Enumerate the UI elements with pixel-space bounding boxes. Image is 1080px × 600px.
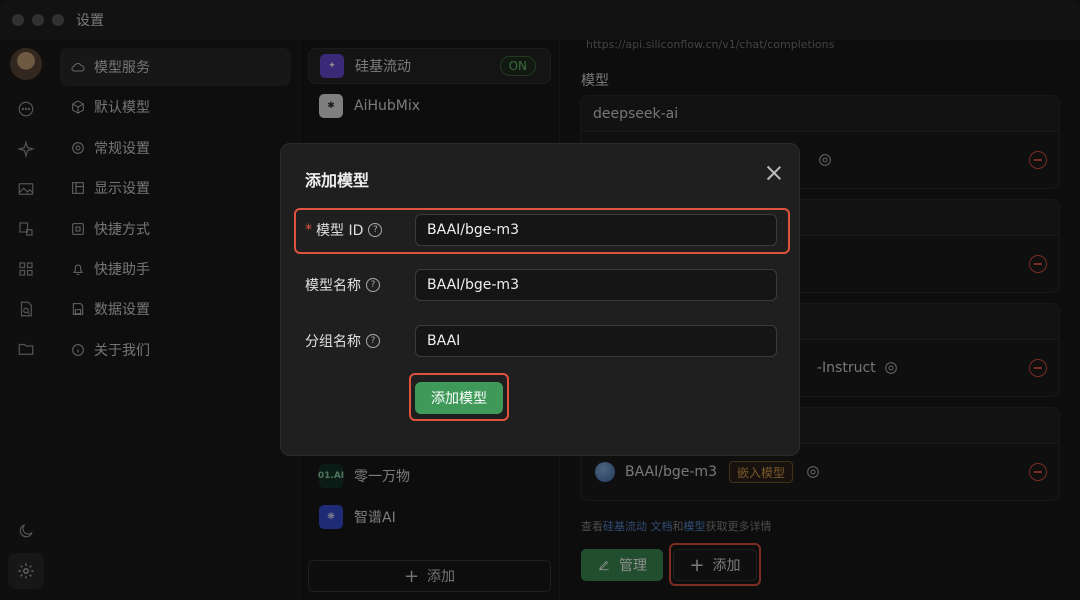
model-name-row: 模型名称 ?: [305, 269, 777, 301]
settings-window: 设置 模型服务 默认模型 常规设置 显示设置 快捷方式 快捷助手 数据设置 关于…: [0, 0, 1080, 600]
dialog-title: 添加模型: [305, 171, 370, 190]
close-icon[interactable]: [765, 164, 783, 182]
help-icon[interactable]: ?: [366, 278, 380, 292]
model-name-label: 模型名称 ?: [305, 275, 415, 295]
group-name-row: 分组名称 ?: [305, 325, 777, 357]
group-name-label: 分组名称 ?: [305, 331, 415, 351]
group-name-label-text: 分组名称: [305, 334, 361, 350]
model-name-input[interactable]: [415, 269, 777, 301]
add-model-dialog: 添加模型 * 模型 ID ? 模型名称 ? 分组名称 ? 添加模型: [280, 143, 800, 456]
highlight-model-id: [294, 208, 790, 254]
group-name-input[interactable]: [415, 325, 777, 357]
highlight-submit: [409, 373, 509, 421]
help-icon[interactable]: ?: [366, 334, 380, 348]
model-name-label-text: 模型名称: [305, 278, 361, 294]
